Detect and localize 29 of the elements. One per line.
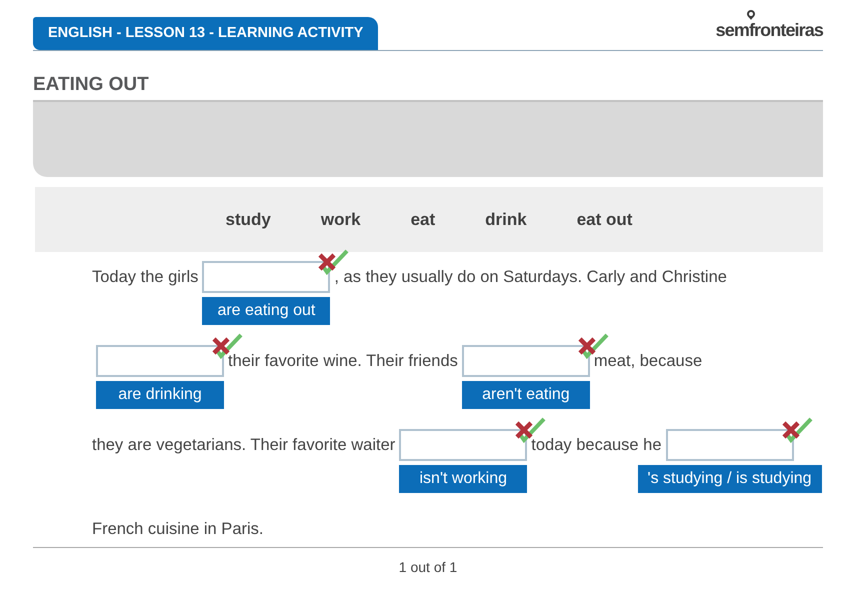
sentence-text: Today the girls — [92, 266, 198, 288]
sentence-text: , as they usually do on Saturdays. Carly and Christine — [334, 266, 727, 288]
sentence-text: they are vegetarians. Their favorite waiter — [92, 434, 396, 456]
sentence-text: their favorite wine. Their friends — [228, 350, 458, 372]
answer-field[interactable] — [462, 345, 590, 377]
word-bank-word: work — [320, 208, 361, 231]
lesson-title-banner: ENGLISH - LESSON 13 - LEARNING ACTIVITY — [33, 17, 378, 50]
answer-field[interactable] — [666, 429, 794, 461]
sentence-text: meat, because — [594, 350, 702, 372]
word-bank-word: eat — [410, 208, 436, 231]
cross-and-check-icon — [316, 249, 350, 275]
answer-field[interactable] — [96, 345, 224, 377]
sentence-text: today because he — [531, 434, 662, 456]
logo: semfronteiras — [716, 20, 823, 40]
correct-answer-label: are drinking — [96, 381, 224, 409]
word-bank-word: eat out — [576, 208, 632, 231]
answer-field[interactable] — [399, 429, 528, 461]
page-indicator: 1 out of 1 — [398, 558, 458, 577]
answer-field[interactable] — [202, 261, 330, 293]
word-bank-word: drink — [485, 208, 527, 231]
correct-answer-label: are eating out — [202, 297, 330, 325]
word-bank-word: study — [226, 208, 271, 231]
cross-and-check-icon — [780, 417, 813, 443]
map-pin-icon — [746, 10, 755, 20]
correct-answer-label: isn't working — [399, 465, 528, 493]
activity-title: EATING OUT — [33, 74, 150, 96]
correct-answer-label: 's studying / is studying — [638, 465, 822, 493]
sentence-text: French cuisine in Paris. — [92, 518, 264, 540]
correct-answer-label: aren't eating — [462, 381, 590, 409]
